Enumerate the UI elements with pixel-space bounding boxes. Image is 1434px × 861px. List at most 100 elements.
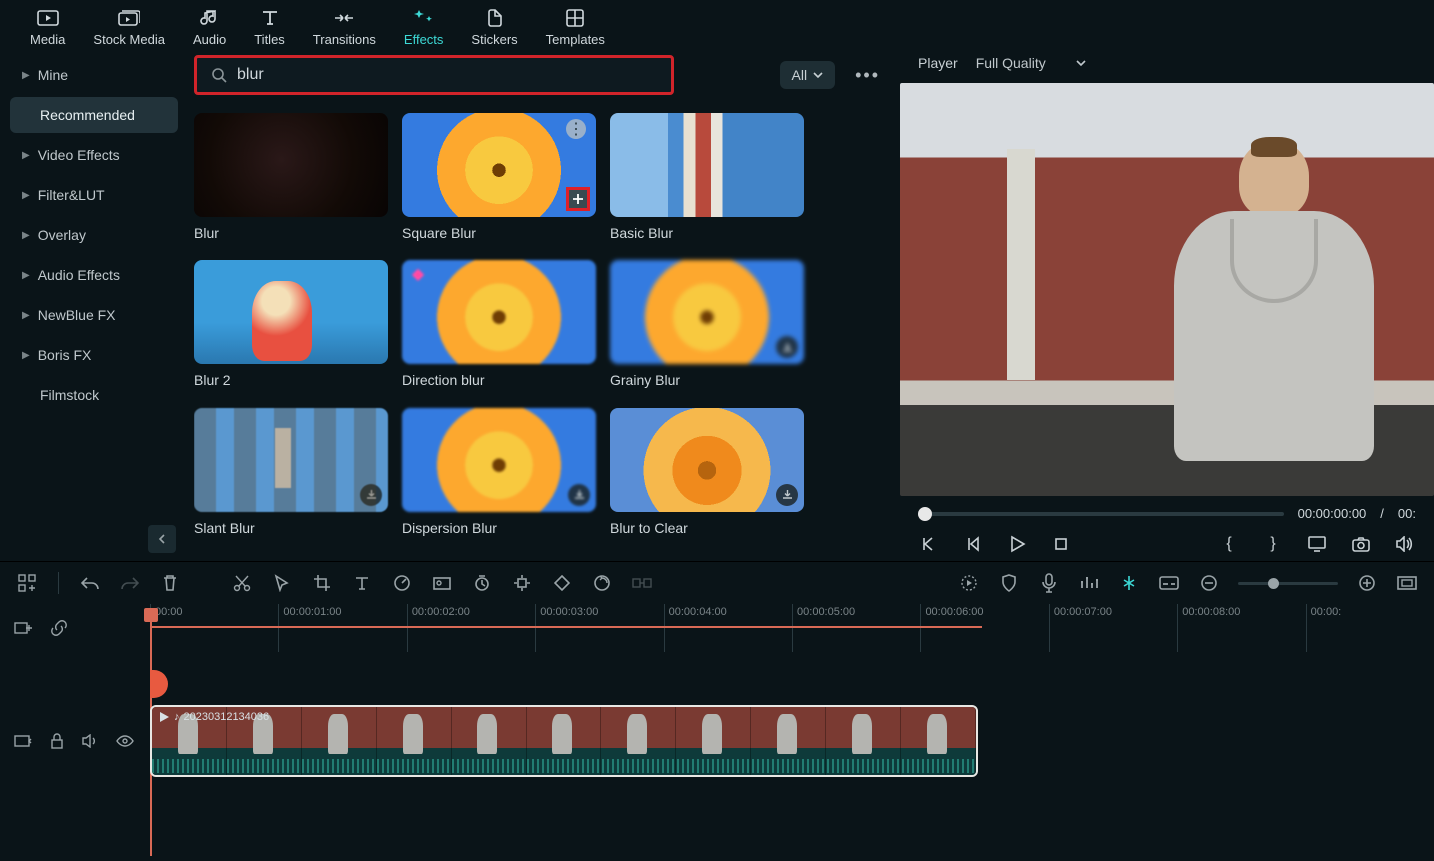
duration-button[interactable] [471,572,493,594]
nav-label: Titles [254,32,285,47]
step-back-button[interactable] [962,533,984,555]
sidebar-item-filter-lut[interactable]: ▶Filter&LUT [10,177,178,213]
effect-thumbnail[interactable] [610,113,804,217]
effect-thumbnail[interactable]: ◆ [402,260,596,364]
text-tool-button[interactable] [351,572,373,594]
ruler-tick: 00:00: [1306,604,1434,652]
display-button[interactable] [1306,533,1328,555]
nav-tab-titles[interactable]: Titles [254,6,285,47]
effect-thumbnail[interactable] [194,260,388,364]
group-button[interactable] [631,572,653,594]
layout-button[interactable] [16,572,38,594]
scrub-bar[interactable] [918,512,1284,516]
render-button[interactable] [591,572,613,594]
effect-thumbnail[interactable] [610,260,804,364]
search-box[interactable] [194,55,674,95]
sidebar-item-mine[interactable]: ▶Mine [10,57,178,93]
filter-label: All [792,67,808,83]
nav-tab-stickers[interactable]: Stickers [471,6,517,47]
marker-dropdown-button[interactable] [958,572,980,594]
add-effect-button[interactable] [566,187,590,211]
lock-track-button[interactable] [50,733,64,749]
effect-card[interactable]: Grainy Blur [610,260,804,395]
nav-tab-media[interactable]: Media [30,6,65,47]
effect-card[interactable]: ◆Direction blur [402,260,596,395]
nav-tab-audio[interactable]: Audio [193,6,226,47]
ruler-tick: 00:00 [150,604,278,652]
voiceover-button[interactable] [1038,572,1060,594]
hide-track-button[interactable] [116,735,134,747]
download-icon[interactable] [776,336,798,358]
zoom-fit-button[interactable] [1396,572,1418,594]
zoom-in-button[interactable] [1356,572,1378,594]
effect-card[interactable]: Dispersion Blur [402,408,596,543]
track-settings-button[interactable] [14,734,32,748]
delete-button[interactable] [159,572,181,594]
audio-mixer-button[interactable] [1078,572,1100,594]
zoom-slider[interactable] [1238,582,1338,585]
volume-button[interactable] [1394,533,1416,555]
effect-card[interactable]: ⋮Square Blur [402,113,596,248]
effect-thumbnail[interactable] [610,408,804,512]
download-icon[interactable] [568,484,590,506]
zoom-out-button[interactable] [1198,572,1220,594]
nav-tab-effects[interactable]: Effects [404,6,444,47]
effect-card[interactable]: Slant Blur [194,408,388,543]
effect-card[interactable]: Blur [194,113,388,248]
options-icon[interactable]: ⋮ [566,119,586,139]
redo-button[interactable] [119,572,141,594]
cut-button[interactable] [231,572,253,594]
quality-dropdown[interactable]: Full Quality [976,55,1086,71]
sidebar-item-filmstock[interactable]: Filmstock [10,377,178,413]
effect-thumbnail[interactable] [194,113,388,217]
effect-thumbnail[interactable] [402,408,596,512]
mark-out-button[interactable]: } [1262,533,1284,555]
video-clip[interactable]: ♪ 20230312134036 [150,705,978,777]
sidebar-item-newblue-fx[interactable]: ▶NewBlue FX [10,297,178,333]
clip-marker[interactable] [150,670,168,698]
mark-in-button[interactable]: { [1218,533,1240,555]
collapse-sidebar-button[interactable] [148,525,176,553]
stop-button[interactable] [1050,533,1072,555]
link-button[interactable] [50,619,68,637]
snapshot-button[interactable] [1350,533,1372,555]
nav-tab-templates[interactable]: Templates [546,6,605,47]
chevron-down-icon [813,71,823,79]
crop-button[interactable] [311,572,333,594]
preview-viewport[interactable] [900,83,1434,496]
download-icon[interactable] [776,484,798,506]
sidebar-item-recommended[interactable]: Recommended [10,97,178,133]
nav-label: Audio [193,32,226,47]
effect-card[interactable]: Blur 2 [194,260,388,395]
mute-track-button[interactable] [82,734,98,748]
nav-tab-stock-media[interactable]: Stock Media [93,6,165,47]
undo-button[interactable] [79,572,101,594]
speed-button[interactable] [391,572,413,594]
search-input[interactable] [237,66,657,84]
prev-frame-button[interactable] [918,533,940,555]
sidebar-item-boris-fx[interactable]: ▶Boris FX [10,337,178,373]
add-track-button[interactable] [14,620,32,636]
sidebar-item-audio-effects[interactable]: ▶Audio Effects [10,257,178,293]
effect-card[interactable]: Blur to Clear [610,408,804,543]
effect-thumbnail[interactable] [194,408,388,512]
scrub-thumb[interactable] [918,507,932,521]
effect-thumbnail[interactable]: ⋮ [402,113,596,217]
shield-button[interactable] [998,572,1020,594]
effect-card[interactable]: Basic Blur [610,113,804,248]
nav-tab-transitions[interactable]: Transitions [313,6,376,47]
more-options-button[interactable]: ••• [849,65,886,86]
track-motion-button[interactable] [511,572,533,594]
keyframe-button[interactable] [551,572,573,594]
download-icon[interactable] [360,484,382,506]
filter-dropdown[interactable]: All [780,61,836,89]
play-button[interactable] [1006,533,1028,555]
sidebar-item-overlay[interactable]: ▶Overlay [10,217,178,253]
select-tool-button[interactable] [271,572,293,594]
timeline-ruler[interactable]: 00:0000:00:01:0000:00:02:0000:00:03:0000… [150,604,1434,652]
subtitle-button[interactable] [1158,572,1180,594]
color-button[interactable] [431,572,453,594]
snap-button[interactable] [1118,572,1140,594]
player-title: Player [918,55,958,71]
sidebar-item-video-effects[interactable]: ▶Video Effects [10,137,178,173]
